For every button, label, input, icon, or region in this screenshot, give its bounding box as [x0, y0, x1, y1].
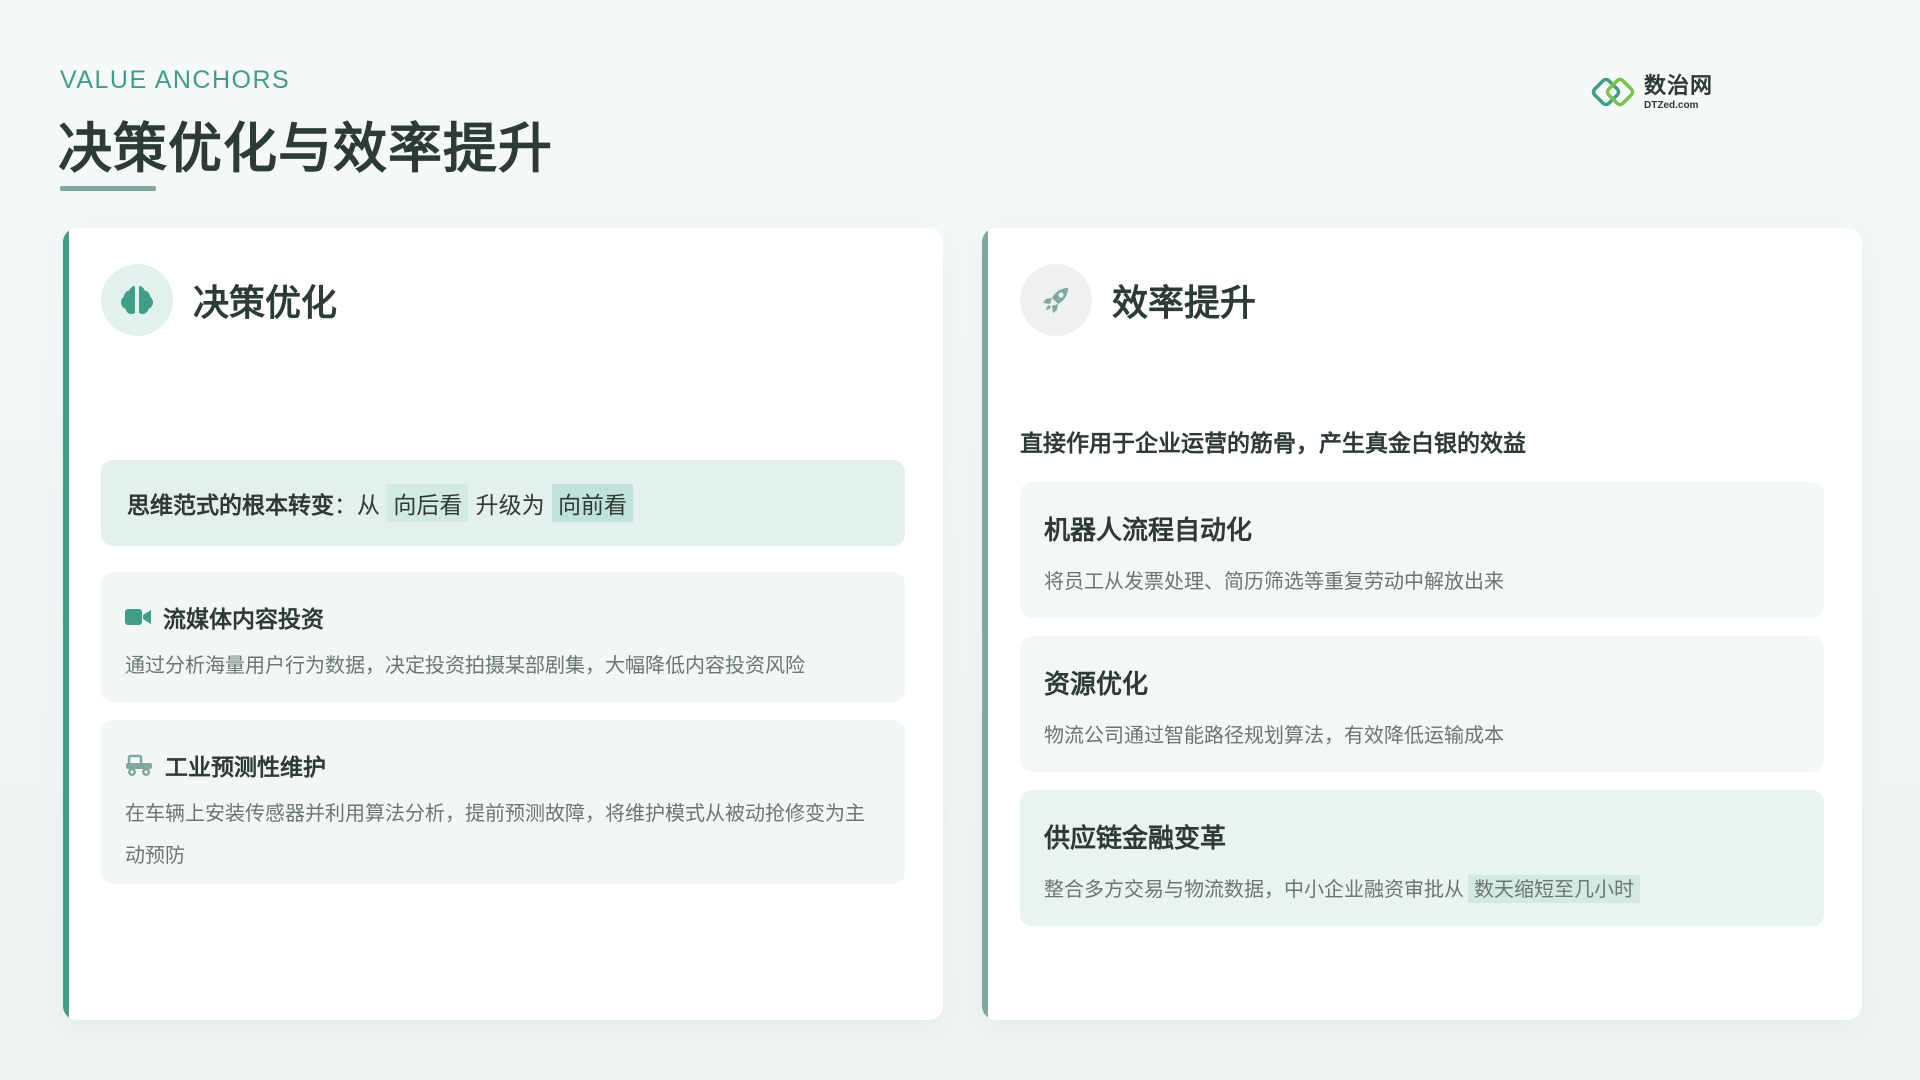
card-title: 决策优化	[193, 283, 338, 324]
rocket-icon	[1020, 264, 1092, 336]
logo-domain: DTZed.com	[1644, 99, 1699, 111]
eyebrow-label: VALUE ANCHORS	[60, 66, 291, 94]
item-title: 工业预测性维护	[165, 755, 326, 781]
banner-from: 从	[357, 493, 380, 519]
predictive-maintenance-item: 工业预测性维护 在车辆上安装传感器并利用算法分析，提前预测故障，将维护模式从被动…	[101, 720, 905, 884]
card-header: 效率提升	[1020, 264, 1256, 336]
resource-optimization-item: 资源优化 物流公司通过智能路径规划算法，有效降低运输成本	[1020, 636, 1824, 772]
tractor-icon	[126, 754, 152, 776]
banner-colon: ：	[334, 493, 357, 519]
logo-chinese-name: 数治网	[1644, 73, 1714, 99]
paradigm-shift-banner: 思维范式的根本转变：从 向后看 升级为 向前看	[101, 460, 905, 546]
highlight-time-reduction: 数天缩短至几小时	[1468, 875, 1640, 903]
item-description: 整合多方交易与物流数据，中小企业融资审批从 数天缩短至几小时	[1044, 873, 1800, 903]
card-intro: 直接作用于企业运营的筋骨，产生真金白银的效益	[1020, 431, 1526, 457]
item-title: 资源优化	[1044, 670, 1149, 700]
item-title: 机器人流程自动化	[1044, 516, 1253, 546]
brand-logo: 数治网 DTZed.com	[1588, 70, 1728, 116]
streaming-investment-item: 流媒体内容投资 通过分析海量用户行为数据，决定投资拍摄某部剧集，大幅降低内容投资…	[101, 572, 905, 702]
item-title: 供应链金融变革	[1044, 824, 1227, 854]
efficiency-improvement-card: 效率提升 直接作用于企业运营的筋骨，产生真金白银的效益 机器人流程自动化 将员工…	[982, 228, 1862, 1020]
banner-upgrade-to: 升级为	[475, 493, 545, 519]
banner-lead: 思维范式的根本转变	[127, 493, 334, 519]
item-description: 将员工从发票处理、简历筛选等重复劳动中解放出来	[1044, 569, 1504, 593]
page-title: 决策优化与效率提升	[58, 117, 553, 180]
description-text: 整合多方交易与物流数据，中小企业融资审批从	[1044, 877, 1464, 901]
decision-optimization-card: 决策优化 思维范式的根本转变：从 向后看 升级为 向前看 流媒体内容投资 通过分…	[63, 228, 943, 1020]
item-title: 流媒体内容投资	[163, 607, 324, 633]
rpa-item: 机器人流程自动化 将员工从发票处理、简历筛选等重复劳动中解放出来	[1020, 482, 1824, 618]
supply-chain-finance-item: 供应链金融变革 整合多方交易与物流数据，中小企业融资审批从 数天缩短至几小时	[1020, 790, 1824, 926]
brain-icon	[101, 264, 173, 336]
highlight-look-forward: 向前看	[551, 484, 633, 522]
video-camera-icon	[125, 609, 151, 625]
item-description: 通过分析海量用户行为数据，决定投资拍摄某部剧集，大幅降低内容投资风险	[125, 653, 805, 677]
card-header: 决策优化	[101, 264, 337, 336]
logo-mark-icon	[1591, 77, 1635, 107]
title-underline	[60, 186, 156, 191]
highlight-look-back: 向后看	[387, 484, 469, 522]
card-title: 效率提升	[1112, 283, 1257, 324]
item-description: 物流公司通过智能路径规划算法，有效降低运输成本	[1044, 723, 1504, 747]
item-description: 在车辆上安装传感器并利用算法分析，提前预测故障，将维护模式从被动抢修变为主动预防	[125, 801, 865, 867]
